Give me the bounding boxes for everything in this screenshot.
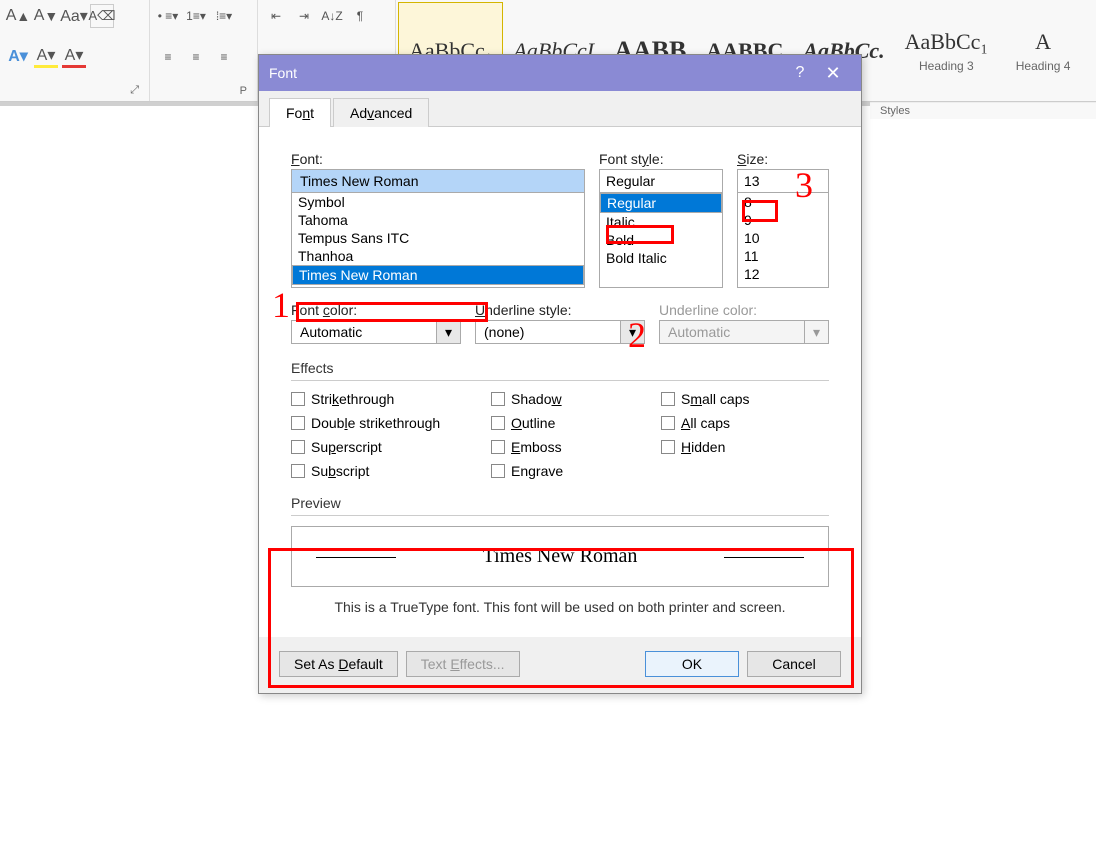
tab-advanced[interactable]: Advanced — [333, 98, 429, 127]
highlight-icon[interactable]: A▾ — [34, 44, 58, 68]
list-item[interactable]: 12 — [738, 265, 828, 283]
text-effects-button: Text Effects... — [406, 651, 520, 677]
list-item[interactable]: Tahoma — [292, 211, 584, 229]
dialog-titlebar[interactable]: Font ? ✕ — [259, 55, 861, 91]
clear-format-icon[interactable]: A⌫ — [90, 4, 114, 28]
font-style-input[interactable] — [599, 169, 723, 193]
list-item[interactable]: Regular — [600, 193, 722, 213]
ribbon-font-group: A▲ A▼ Aa▾ A⌫ A▾ A▾ A▾ ⤢ — [0, 0, 150, 101]
list-item[interactable]: Times New Roman — [292, 265, 584, 285]
text-effect-icon[interactable]: A▾ — [6, 44, 30, 68]
checkbox-subscript[interactable]: Subscript — [291, 463, 471, 479]
close-icon[interactable]: ✕ — [815, 63, 851, 84]
font-style-listbox[interactable]: Regular Italic Bold Bold Italic — [599, 192, 723, 288]
list-item[interactable]: Bold — [600, 231, 722, 249]
bullets-icon[interactable]: • ≡▾ — [156, 4, 180, 28]
font-color-icon[interactable]: A▾ — [62, 44, 86, 68]
list-item[interactable]: Bold Italic — [600, 249, 722, 267]
help-icon[interactable]: ? — [785, 64, 815, 82]
underline-color-label: Underline color: — [659, 302, 829, 318]
checkbox-all-caps[interactable]: All caps — [661, 415, 749, 431]
list-item[interactable]: Thanhoa — [292, 247, 584, 265]
numbering-icon[interactable]: 1≡▾ — [184, 4, 208, 28]
list-item[interactable]: 9 — [738, 211, 828, 229]
grow-font-icon[interactable]: A▲ — [6, 4, 30, 28]
align-center-icon[interactable]: ≡ — [184, 45, 208, 69]
list-item[interactable]: Tempus Sans ITC — [292, 229, 584, 247]
list-item[interactable]: 11 — [738, 247, 828, 265]
list-item[interactable]: Symbol — [292, 193, 584, 211]
multilevel-icon[interactable]: ⁞≡▾ — [212, 4, 236, 28]
size-input[interactable] — [737, 169, 829, 193]
preview-description: This is a TrueType font. This font will … — [291, 587, 829, 619]
style-heading3[interactable]: AaBbCc₁Heading 3 — [895, 2, 998, 99]
indent-increase-icon[interactable]: ⇥ — [292, 4, 316, 28]
tab-font[interactable]: Font — [269, 98, 331, 127]
chevron-down-icon: ▾ — [805, 320, 829, 344]
font-listbox[interactable]: Symbol Tahoma Tempus Sans ITC Thanhoa Ti… — [291, 192, 585, 288]
checkbox-small-caps[interactable]: Small caps — [661, 391, 749, 407]
font-dialog: Font ? ✕ Font Advanced Font: Symbol Taho… — [258, 54, 862, 694]
preview-sample: Times New Roman — [483, 545, 638, 568]
checkbox-superscript[interactable]: Superscript — [291, 439, 471, 455]
font-label: Font: — [291, 151, 585, 167]
underline-color-select: Automatic — [659, 320, 805, 344]
align-left-icon[interactable]: ≡ — [156, 45, 180, 69]
list-item[interactable]: Italic — [600, 213, 722, 231]
checkbox-outline[interactable]: Outline — [491, 415, 641, 431]
effects-group-label: Effects — [291, 360, 829, 376]
font-color-label: Font color: — [291, 302, 461, 318]
sort-icon[interactable]: A↓Z — [320, 4, 344, 28]
paragraph-group-label: P — [156, 85, 251, 97]
change-case-icon[interactable]: Aa▾ — [62, 4, 86, 28]
size-listbox[interactable]: 8 9 10 11 12 — [737, 192, 829, 288]
dialog-tabs: Font Advanced — [259, 91, 861, 126]
dialog-title: Font — [269, 65, 297, 81]
align-right-icon[interactable]: ≡ — [212, 45, 236, 69]
styles-group-label: Styles — [870, 102, 1096, 119]
effects-grid: Strikethrough Double strikethrough Super… — [291, 391, 829, 479]
shrink-font-icon[interactable]: A▼ — [34, 4, 58, 28]
font-style-label: Font style: — [599, 151, 723, 167]
checkbox-strikethrough[interactable]: Strikethrough — [291, 391, 471, 407]
checkbox-hidden[interactable]: Hidden — [661, 439, 749, 455]
list-item[interactable]: 10 — [738, 229, 828, 247]
font-input[interactable] — [291, 169, 585, 193]
chevron-down-icon[interactable]: ▾ — [621, 320, 645, 344]
underline-style-select[interactable]: (none) — [475, 320, 621, 344]
checkbox-shadow[interactable]: Shadow — [491, 391, 641, 407]
chevron-down-icon[interactable]: ▾ — [437, 320, 461, 344]
font-group-label: ⤢ — [6, 84, 143, 97]
checkbox-double-strikethrough[interactable]: Double strikethrough — [291, 415, 471, 431]
underline-style-label: Underline style: — [475, 302, 645, 318]
indent-decrease-icon[interactable]: ⇤ — [264, 4, 288, 28]
show-marks-icon[interactable]: ¶ — [348, 4, 372, 28]
style-heading4[interactable]: AHeading 4 — [998, 2, 1088, 99]
cancel-button[interactable]: Cancel — [747, 651, 841, 677]
preview-box: Times New Roman — [291, 526, 829, 587]
checkbox-emboss[interactable]: Emboss — [491, 439, 641, 455]
dialog-button-row: Set As Default Text Effects... OK Cancel — [259, 637, 861, 693]
checkbox-engrave[interactable]: Engrave — [491, 463, 641, 479]
preview-label: Preview — [291, 495, 829, 511]
ok-button[interactable]: OK — [645, 651, 739, 677]
list-item[interactable]: 8 — [738, 193, 828, 211]
set-default-button[interactable]: Set As Default — [279, 651, 398, 677]
ribbon-paragraph-group: • ≡▾ 1≡▾ ⁞≡▾ ≡ ≡ ≡ P — [150, 0, 258, 101]
size-label: Size: — [737, 151, 829, 167]
font-color-select[interactable]: Automatic — [291, 320, 437, 344]
tab-body: Font: Symbol Tahoma Tempus Sans ITC Than… — [259, 126, 861, 637]
